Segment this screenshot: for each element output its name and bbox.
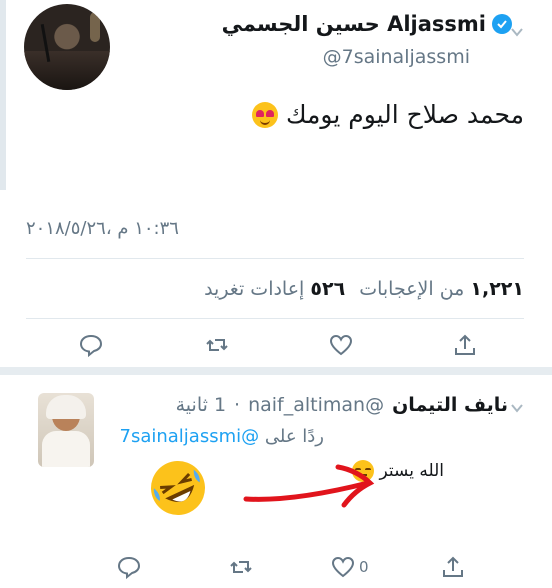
retweets-stat[interactable]: ٥٢٦ إعادات تغريد: [204, 278, 345, 300]
reply-icon[interactable]: [116, 554, 142, 580]
thread-line: [0, 0, 6, 190]
like-count: 0: [359, 558, 369, 576]
like-icon[interactable]: [330, 554, 356, 580]
verified-badge-icon: [492, 14, 512, 34]
replying-prefix: ردًا على: [264, 426, 324, 447]
like-icon[interactable]: [328, 332, 354, 358]
retweet-icon[interactable]: [204, 332, 230, 358]
author-name-row[interactable]: حسين الجسمي Aljassmi: [222, 12, 512, 36]
reply-avatar[interactable]: [38, 393, 94, 467]
thread-separator: [0, 367, 552, 375]
author-handle[interactable]: @7sainaljassmi: [323, 46, 470, 68]
replying-to: ردًا على @7sainaljassmi: [120, 426, 325, 447]
reply-handle[interactable]: @naif_altiman: [248, 394, 384, 416]
replying-handle-link[interactable]: @7sainaljassmi: [120, 426, 260, 447]
rolling-laughing-emoji-icon: [151, 461, 205, 515]
retweet-icon[interactable]: [228, 554, 254, 580]
likes-stat[interactable]: ١,٢٢١ من الإعجابات: [359, 278, 524, 300]
reply-like-button[interactable]: 0: [330, 554, 369, 580]
share-icon[interactable]: [440, 554, 466, 580]
share-icon[interactable]: [452, 332, 478, 358]
divider: [26, 258, 524, 259]
tweet-stats: ١,٢٢١ من الإعجابات ٥٢٦ إعادات تغريد: [204, 278, 524, 300]
red-arrow-annotation: [243, 464, 375, 508]
tweet-body: محمد صلاح اليوم يومك: [285, 100, 524, 129]
avatar[interactable]: [24, 4, 110, 90]
reply-display-name[interactable]: نايف التيمان: [392, 394, 508, 416]
reply-body: الله يستر: [379, 461, 444, 481]
tweet-text: محمد صلاح اليوم يومك: [251, 100, 524, 129]
reply-time[interactable]: 1 ثانية: [176, 394, 226, 416]
reply-icon[interactable]: [78, 332, 104, 358]
display-name: حسين الجسمي Aljassmi: [221, 12, 486, 36]
tweet-timestamp[interactable]: ١٠:٣٦ م ،٢٠١٨/٥/٢٦: [26, 218, 179, 239]
chevron-down-icon[interactable]: [510, 400, 524, 414]
divider: [26, 318, 524, 319]
heart-eyes-emoji-icon: [251, 101, 278, 128]
chevron-down-icon[interactable]: [510, 24, 524, 38]
dot-separator: ·: [234, 394, 241, 416]
reply-header: نايف التيمان @naif_altiman · 1 ثانية: [176, 394, 508, 416]
